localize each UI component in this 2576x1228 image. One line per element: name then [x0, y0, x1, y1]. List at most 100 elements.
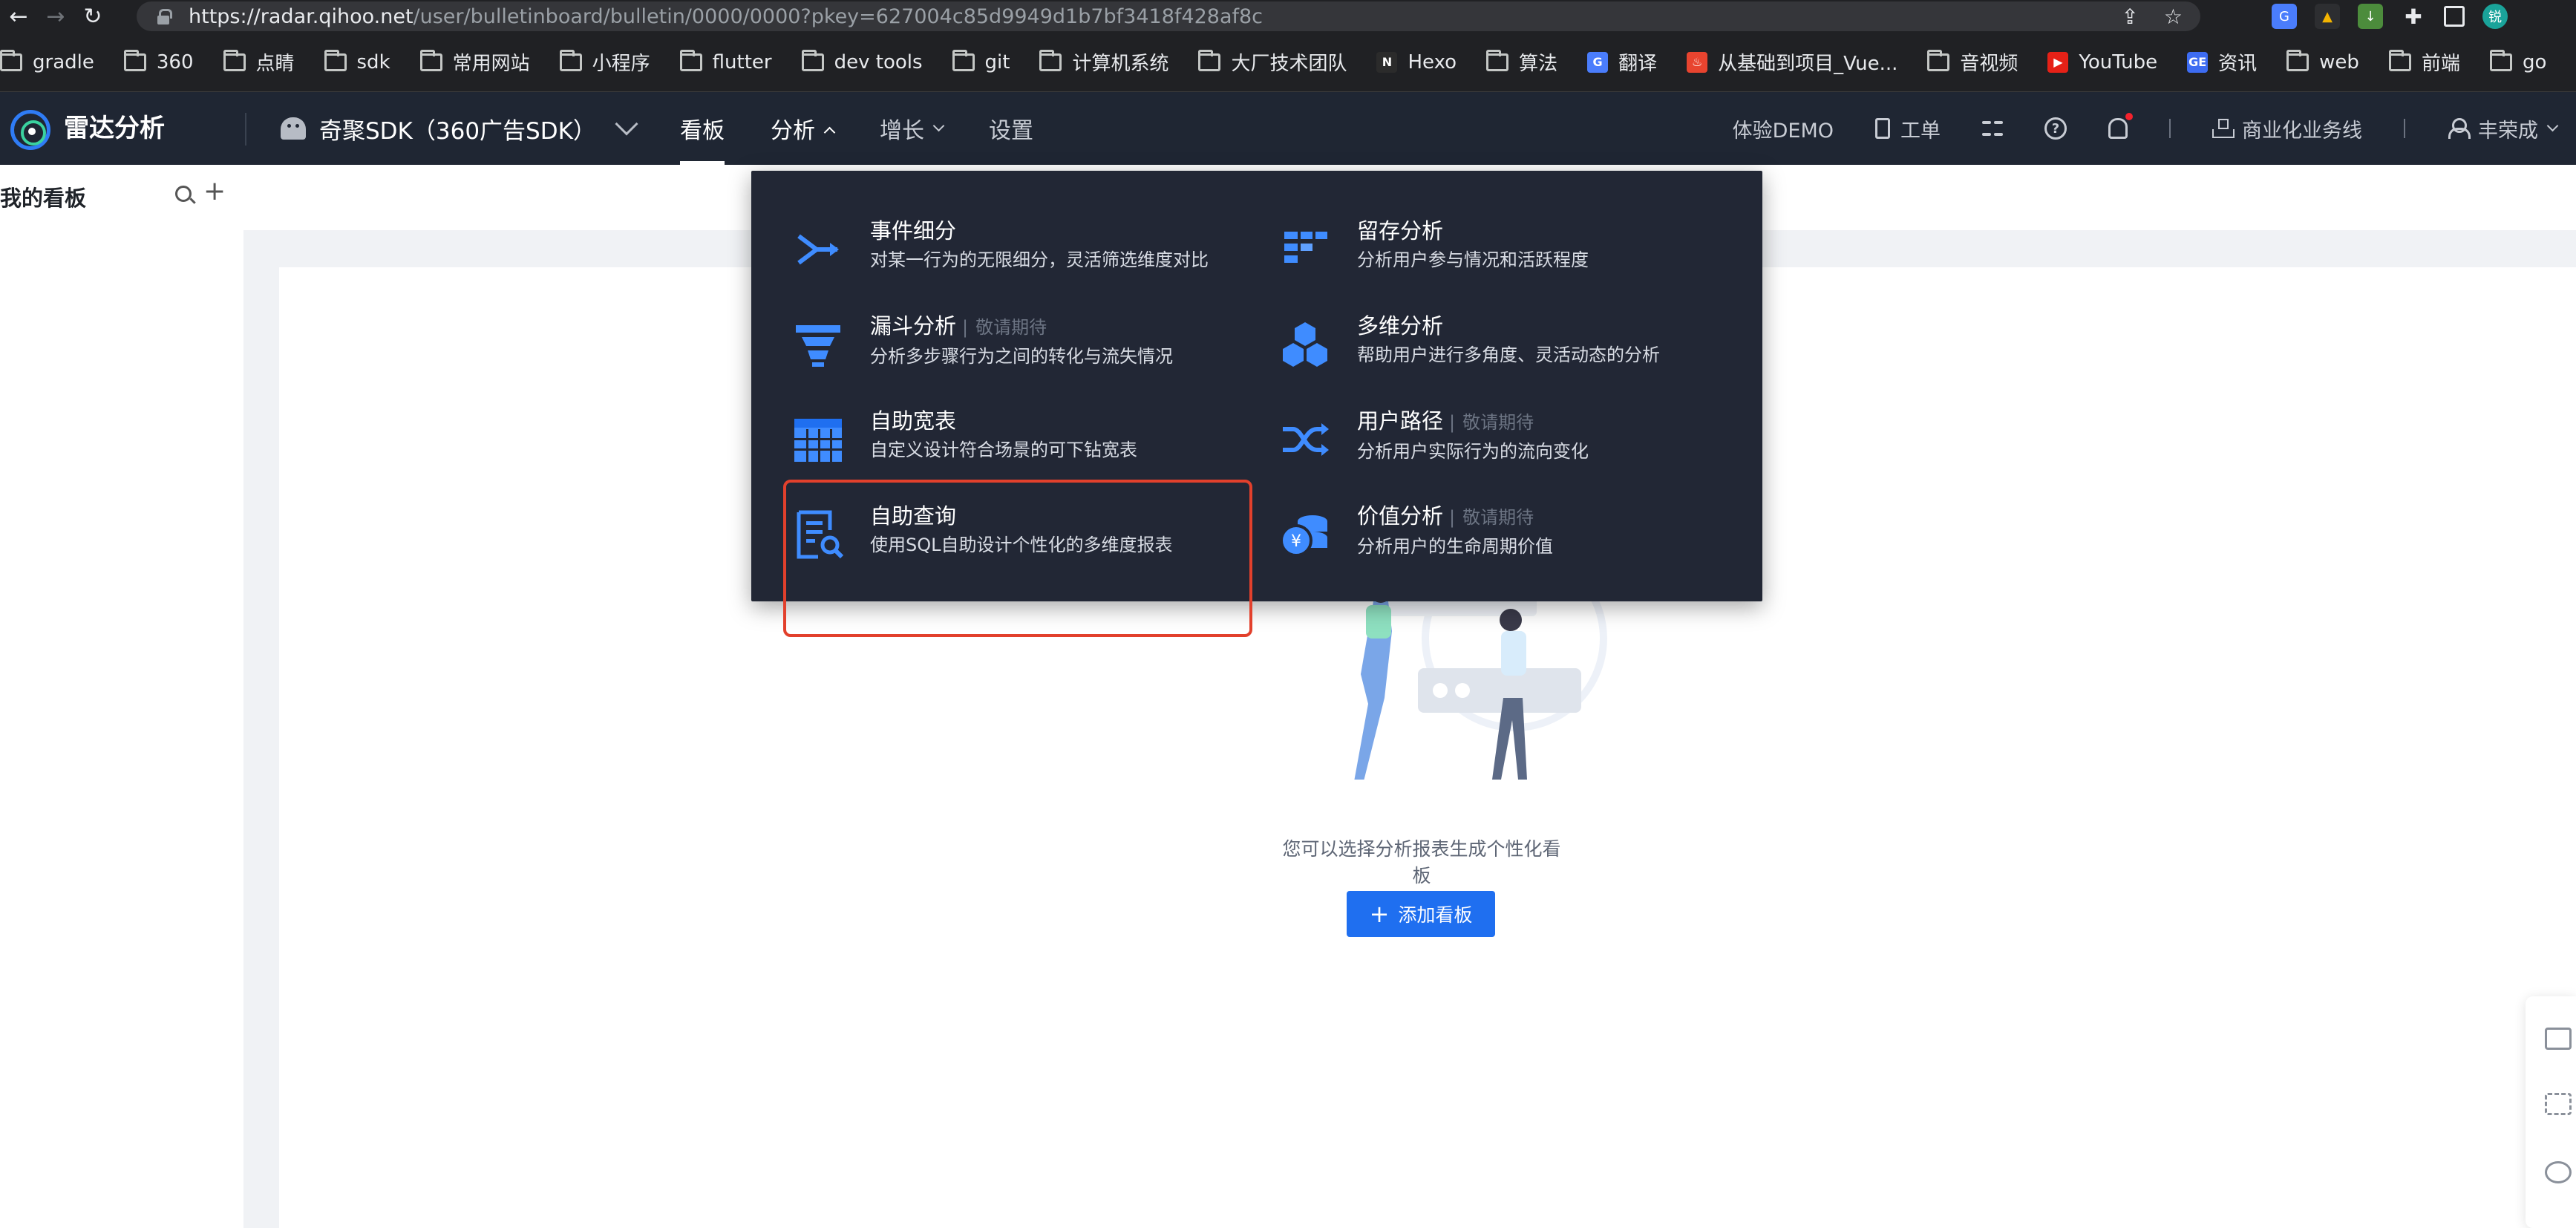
- profile-avatar[interactable]: 锐: [2482, 4, 2508, 29]
- bookmark-label: YouTube: [2079, 50, 2158, 74]
- menu-item-retention[interactable]: 留存分析 分析用户参与情况和活跃程度: [1238, 212, 1713, 294]
- bookmark-item[interactable]: sdk: [324, 33, 390, 91]
- site-favicon-icon: ♨: [1687, 51, 1708, 73]
- bookmark-item[interactable]: gradle: [0, 33, 94, 91]
- bookmark-item[interactable]: 算法: [1486, 33, 1557, 91]
- help-icon[interactable]: ?: [2044, 117, 2067, 140]
- folder-icon: [2489, 49, 2512, 71]
- nav-analysis[interactable]: 分析: [771, 92, 836, 165]
- apps-grid-icon[interactable]: [1982, 118, 2003, 139]
- user-menu[interactable]: 丰荣成: [2447, 114, 2559, 143]
- qrcode-icon[interactable]: [2545, 1093, 2572, 1115]
- nav-settings[interactable]: 设置: [989, 92, 1033, 165]
- folder-icon: [679, 49, 702, 71]
- bookmark-item[interactable]: ♨ 从基础到项目_Vue...: [1687, 33, 1897, 91]
- lock-icon[interactable]: [157, 9, 172, 25]
- bookmark-item[interactable]: web: [2286, 33, 2359, 91]
- browser-toolbar: ← → ↻ https://radar.qihoo.net/user/bulle…: [0, 0, 2576, 33]
- bookmark-item[interactable]: 大厂技术团队: [1198, 33, 1347, 91]
- share-icon[interactable]: ⇪: [2121, 4, 2138, 29]
- add-board-button[interactable]: + 添加看板: [1347, 891, 1495, 937]
- cube-icon: [1283, 322, 1327, 367]
- bookmark-item[interactable]: 360: [123, 33, 194, 91]
- radar-logo-icon[interactable]: [10, 110, 50, 150]
- extensions-puzzle-icon[interactable]: ✚: [2401, 4, 2426, 29]
- nav-growth[interactable]: 增长: [880, 92, 945, 165]
- funnel-icon: [796, 325, 840, 367]
- back-arrow-icon[interactable]: ←: [0, 0, 37, 33]
- bookmark-item[interactable]: go: [2489, 33, 2546, 91]
- menu-desc: 分析用户的生命周期价值: [1357, 536, 1553, 557]
- menu-title: 留存分析: [1357, 218, 1444, 244]
- coin-value-icon: ¥: [1280, 515, 1327, 557]
- menu-desc: 分析多步骤行为之间的转化与流失情况: [870, 346, 1173, 367]
- bookmark-item[interactable]: 常用网站: [419, 33, 530, 91]
- site-favicon-icon: GE: [2187, 51, 2209, 73]
- ticket-link[interactable]: 工单: [1875, 114, 1941, 143]
- bookmark-label: 资讯: [2218, 53, 2258, 75]
- download-extension-icon[interactable]: ↓: [2358, 4, 2383, 29]
- menu-desc: 分析用户实际行为的流向变化: [1357, 441, 1589, 462]
- add-board-label: 添加看板: [1398, 904, 1473, 926]
- menu-item-wide-table[interactable]: 自助宽表 自定义设计符合场景的可下钻宽表: [751, 402, 1226, 484]
- bookmark-item[interactable]: git: [952, 33, 1010, 91]
- app-name[interactable]: 雷达分析: [64, 110, 165, 147]
- empty-illustration: [1354, 587, 1607, 780]
- bookmark-label: Hexo: [1408, 50, 1457, 74]
- folder-icon: [419, 49, 442, 71]
- menu-item-event-split[interactable]: 事件细分 对某一行为的无限细分，灵活筛选维度对比: [751, 212, 1226, 294]
- sdk-selector[interactable]: 奇聚SDK（360广告SDK）: [281, 108, 638, 148]
- drive-extension-icon[interactable]: ▲: [2315, 4, 2340, 29]
- reload-icon[interactable]: ↻: [74, 0, 111, 33]
- bookmark-item[interactable]: 音视频: [1927, 33, 2018, 91]
- bookmark-item[interactable]: GE 资讯: [2187, 33, 2258, 91]
- bookmark-item[interactable]: 计算机系统: [1039, 33, 1169, 91]
- bookmark-item[interactable]: 前端: [2388, 33, 2460, 91]
- menu-item-funnel[interactable]: 漏斗分析 | 敬请期待 分析多步骤行为之间的转化与流失情况: [751, 307, 1226, 389]
- header-separator: [2404, 119, 2405, 138]
- forward-arrow-icon[interactable]: →: [37, 0, 74, 33]
- bookmark-item[interactable]: 小程序: [559, 33, 650, 91]
- coming-soon-tag: 敬请期待: [975, 317, 1047, 338]
- bookmark-label: 常用网站: [452, 53, 530, 75]
- svg-text:¥: ¥: [1291, 532, 1301, 551]
- table-icon: [794, 419, 842, 462]
- menu-item-value[interactable]: ¥ 价值分析 | 敬请期待 分析用户的生命周期价值: [1238, 497, 1713, 579]
- bookmark-item[interactable]: flutter: [679, 33, 772, 91]
- menu-title: 用户路径: [1357, 408, 1444, 434]
- url-host: https://radar.qihoo.net: [189, 4, 413, 28]
- address-bar[interactable]: https://radar.qihoo.net/user/bulletinboa…: [137, 1, 2200, 31]
- bookmark-label: 计算机系统: [1072, 53, 1169, 75]
- business-line-switch[interactable]: 商业化业务线: [2212, 114, 2362, 143]
- folder-icon: [952, 49, 975, 71]
- add-icon[interactable]: +: [203, 178, 226, 205]
- site-favicon-icon: ▶: [2047, 51, 2069, 73]
- search-icon[interactable]: [175, 186, 192, 202]
- nav-dashboard[interactable]: 看板: [680, 92, 725, 165]
- menu-item-user-path[interactable]: 用户路径 | 敬请期待 分析用户实际行为的流向变化: [1238, 402, 1713, 484]
- folder-icon: [2388, 49, 2411, 71]
- chevron-down-icon: [615, 112, 638, 136]
- bookmark-item[interactable]: N Hexo: [1376, 33, 1457, 91]
- bookmark-label: 小程序: [592, 53, 650, 75]
- wechat-icon[interactable]: [2545, 1161, 2572, 1183]
- app-header: 雷达分析 奇聚SDK（360广告SDK） 看板 分析 增长 设置 体验DEMO …: [0, 92, 2576, 165]
- org-icon: [2212, 119, 2235, 138]
- bookmark-star-icon[interactable]: ☆: [2164, 4, 2183, 29]
- bookmark-item[interactable]: 点睛: [223, 33, 295, 91]
- bell-icon[interactable]: [2108, 113, 2133, 139]
- feedback-icon[interactable]: [2545, 1028, 2572, 1050]
- translate-extension-icon[interactable]: G: [2272, 4, 2297, 29]
- coming-soon-tag: 敬请期待: [1462, 412, 1534, 433]
- folder-icon: [2286, 49, 2309, 71]
- bookmark-item[interactable]: dev tools: [801, 33, 923, 91]
- chevron-down-icon: [932, 120, 945, 131]
- bookmark-label: 翻译: [1618, 53, 1658, 75]
- menu-item-multidim[interactable]: 多维分析 帮助用户进行多角度、灵活动态的分析: [1238, 307, 1713, 389]
- menu-desc: 帮助用户进行多角度、灵活动态的分析: [1357, 344, 1660, 365]
- floating-toolbar: [2526, 996, 2576, 1228]
- demo-link[interactable]: 体验DEMO: [1733, 114, 1834, 143]
- bookmark-item[interactable]: ▶ YouTube: [2047, 33, 2158, 91]
- side-panel-icon[interactable]: [2444, 6, 2465, 27]
- bookmark-item[interactable]: G 翻译: [1587, 33, 1658, 91]
